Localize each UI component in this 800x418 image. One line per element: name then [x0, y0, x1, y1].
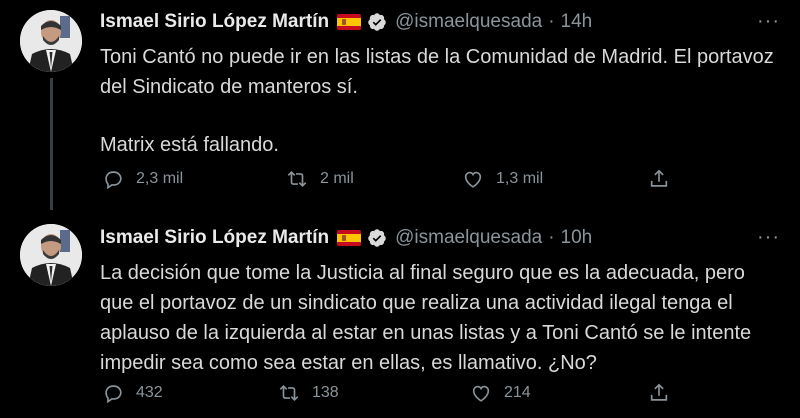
share-button[interactable] [648, 378, 670, 408]
avatar-image [20, 10, 82, 72]
author-name[interactable]: Ismael Sirio López Martín [100, 227, 329, 249]
reply-button[interactable]: 2,3 mil [102, 164, 183, 194]
spain-flag-icon [337, 230, 362, 246]
avatar-image [20, 224, 82, 286]
tweet[interactable]: Ismael Sirio López Martín @ismaelquesada… [0, 214, 800, 418]
avatar[interactable] [20, 10, 82, 72]
timeline: Ismael Sirio López Martín @ismaelquesada… [0, 0, 800, 418]
retweet-count: 138 [312, 384, 339, 401]
tweet-text: La decisión que tome la Justicia al fina… [100, 258, 780, 378]
share-button[interactable] [648, 164, 670, 194]
separator-dot: · [548, 227, 555, 248]
spain-flag-icon [337, 14, 362, 30]
tweet-text: Toni Cantó no puede ir en las listas de … [100, 42, 780, 160]
more-options-icon[interactable]: ··· [757, 226, 780, 249]
thread-connector [50, 78, 53, 210]
share-icon [650, 169, 668, 187]
retweet-button[interactable]: 138 [278, 378, 339, 408]
like-count: 1,3 mil [496, 170, 544, 187]
avatar[interactable] [20, 224, 82, 286]
tweet-actions: 432 138 214 [100, 378, 700, 408]
retweet-count: 2 mil [320, 170, 354, 187]
retweet-button[interactable]: 2 mil [286, 164, 354, 194]
like-button[interactable]: 1,3 mil [462, 164, 543, 194]
verified-badge-icon [368, 13, 386, 31]
reply-count: 2,3 mil [136, 170, 184, 187]
verified-badge-icon [368, 229, 386, 247]
tweet-paragraph: La decisión que tome la Justicia al fina… [100, 262, 752, 374]
tweet-actions: 2,3 mil 2 mil 1,3 mil [100, 164, 700, 194]
heart-icon [472, 385, 490, 402]
author-name[interactable]: Ismael Sirio López Martín [100, 11, 329, 33]
tweet-header: Ismael Sirio López Martín @ismaelquesada… [100, 8, 592, 36]
like-button[interactable]: 214 [470, 378, 531, 408]
separator-dot: · [548, 11, 555, 32]
tweet-paragraph: Toni Cantó no puede ir en las listas de … [100, 46, 774, 98]
retweet-icon [279, 384, 299, 402]
reply-icon [105, 385, 122, 404]
tweet-timestamp[interactable]: 10h [561, 227, 593, 249]
heart-icon [464, 171, 482, 188]
author-handle[interactable]: @ismaelquesada [395, 11, 542, 33]
author-handle[interactable]: @ismaelquesada [395, 227, 542, 249]
tweet-paragraph: Matrix está fallando. [100, 134, 279, 156]
tweet-header: Ismael Sirio López Martín @ismaelquesada… [100, 224, 592, 252]
more-options-icon[interactable]: ··· [757, 10, 780, 33]
retweet-icon [287, 170, 307, 188]
share-icon [650, 383, 668, 401]
reply-icon [105, 171, 122, 190]
reply-button[interactable]: 432 [102, 378, 163, 408]
tweet-timestamp[interactable]: 14h [561, 11, 593, 33]
like-count: 214 [504, 384, 531, 401]
reply-count: 432 [136, 384, 163, 401]
tweet[interactable]: Ismael Sirio López Martín @ismaelquesada… [0, 0, 800, 214]
